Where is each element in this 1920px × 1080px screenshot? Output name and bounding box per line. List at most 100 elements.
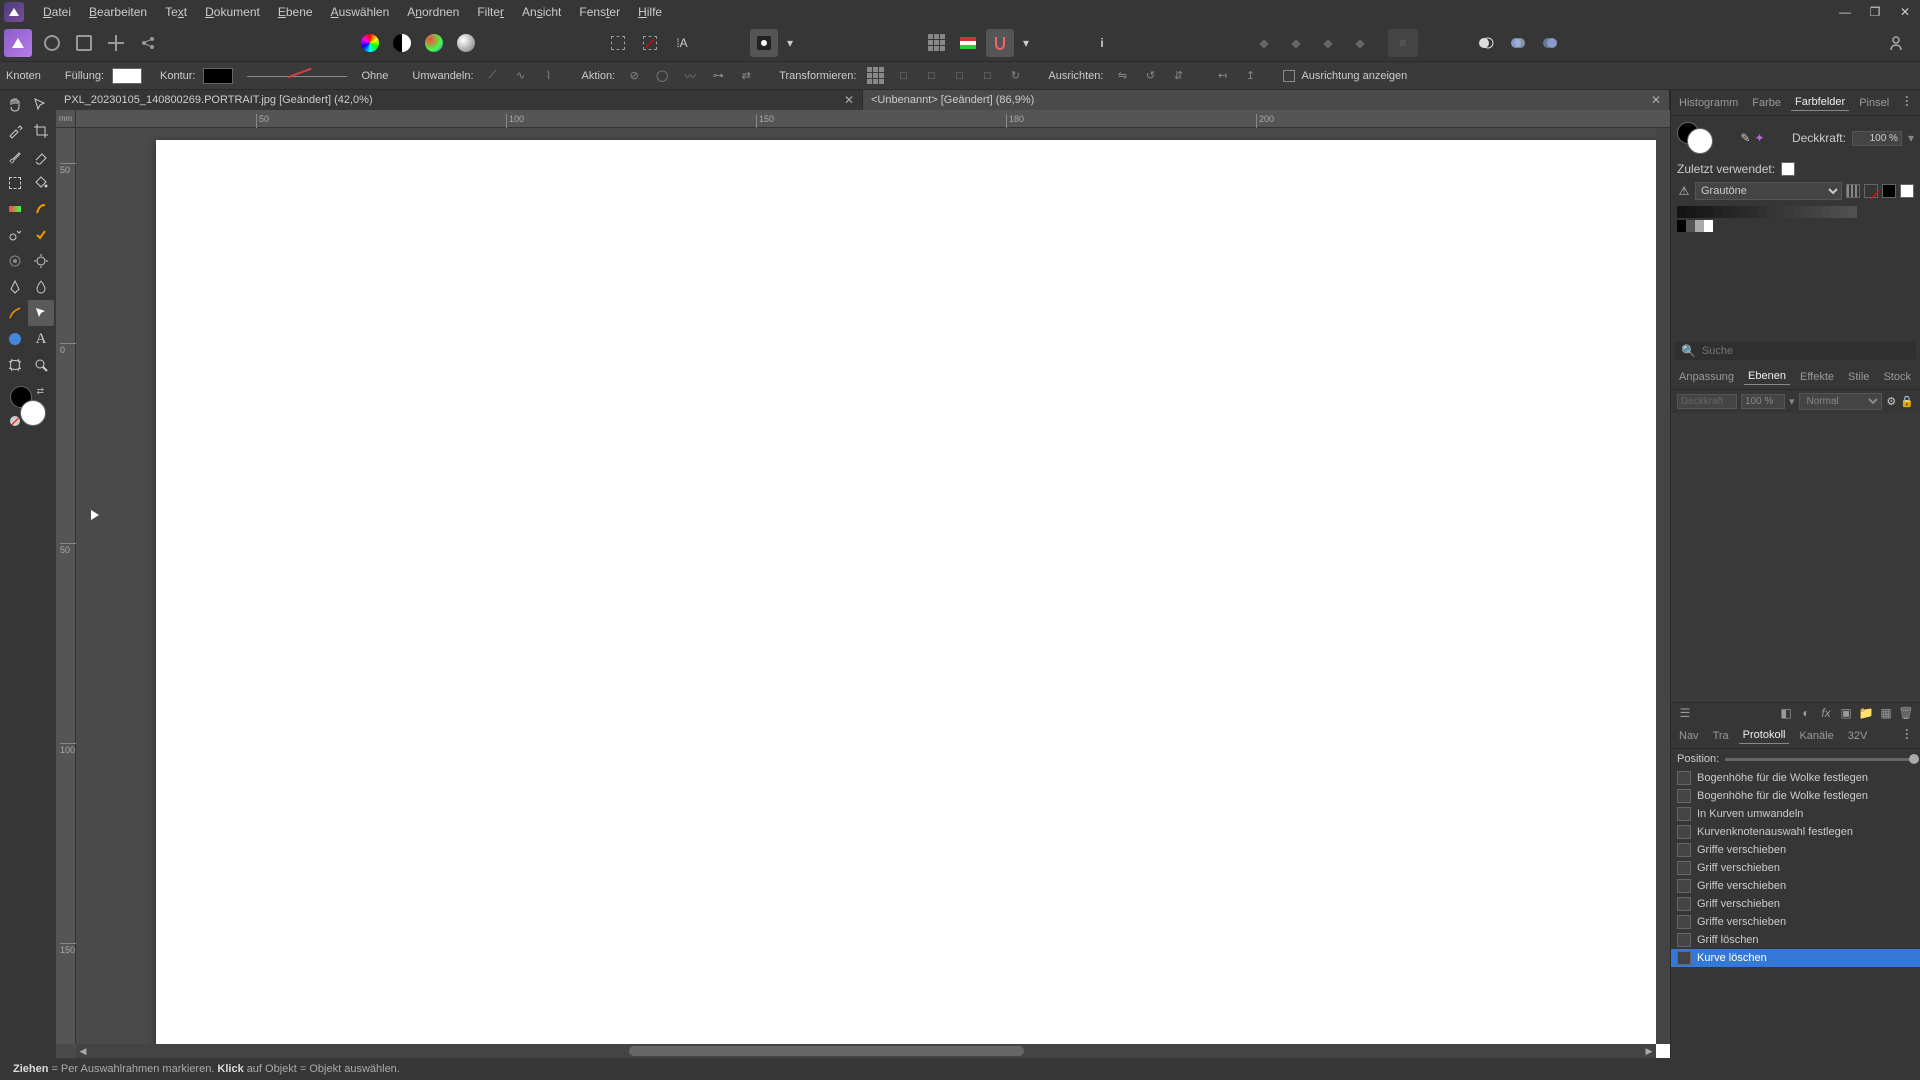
layers-tab-effekte[interactable]: Effekte: [1796, 369, 1838, 385]
palette-mode-white-icon[interactable]: [1900, 184, 1914, 198]
snap-button[interactable]: [986, 29, 1014, 57]
vector-brush-tool[interactable]: [2, 300, 28, 326]
menu-anordnen[interactable]: Anordnen: [398, 1, 468, 23]
position-slider[interactable]: [1725, 758, 1914, 761]
quick-mask-button[interactable]: [750, 29, 778, 57]
text-tool[interactable]: A: [28, 326, 54, 352]
history-item[interactable]: Bogenhöhe für die Wolke festlegen: [1671, 769, 1920, 787]
selection-slash-button[interactable]: [636, 29, 664, 57]
history-item[interactable]: Kurvenknotenauswahl festlegen: [1671, 823, 1920, 841]
layers-body[interactable]: [1671, 413, 1920, 702]
nav-tab-kanäle[interactable]: Kanäle: [1795, 728, 1837, 744]
align-node-h-button[interactable]: ↤: [1211, 66, 1233, 86]
nav-tab-32v[interactable]: 32V: [1844, 728, 1872, 744]
menu-text[interactable]: Text: [156, 1, 196, 23]
circle-overlap1-button[interactable]: [1472, 29, 1500, 57]
menu-ansicht[interactable]: Ansicht: [513, 1, 570, 23]
menu-auswählen[interactable]: Auswählen: [322, 1, 399, 23]
adjustment-layer-icon[interactable]: ◐: [1798, 705, 1814, 721]
doc-tab-1-close[interactable]: ✕: [844, 93, 854, 107]
scrollbar-v[interactable]: [1656, 128, 1670, 1044]
history-menu-icon[interactable]: ⠇: [1900, 725, 1916, 746]
palette-select[interactable]: Grautöne: [1695, 182, 1842, 200]
marquee-tool[interactable]: [2, 170, 28, 196]
menu-bearbeiten[interactable]: Bearbeiten: [80, 1, 156, 23]
trash-icon[interactable]: 🗑: [1898, 705, 1914, 721]
transform-grid-button[interactable]: [864, 66, 886, 86]
rgb-button[interactable]: [420, 29, 448, 57]
move-tool[interactable]: [28, 92, 54, 118]
circle-overlap2-button[interactable]: [1504, 29, 1532, 57]
blur-tool[interactable]: [2, 248, 28, 274]
menu-filter[interactable]: Filter: [468, 1, 513, 23]
folder-icon[interactable]: 📁: [1858, 705, 1874, 721]
layers-tab-ebenen[interactable]: Ebenen: [1744, 368, 1790, 385]
nav-tab-nav[interactable]: Nav: [1675, 728, 1703, 744]
history-item[interactable]: In Kurven umwandeln: [1671, 805, 1920, 823]
healing-tool[interactable]: [28, 222, 54, 248]
layers-tab-stock[interactable]: Stock: [1879, 369, 1915, 385]
gray-palette-row2[interactable]: [1677, 220, 1914, 232]
color-picker-tool[interactable]: [2, 118, 28, 144]
opacity-input[interactable]: [1852, 131, 1902, 146]
recent-swatch[interactable]: [1781, 162, 1795, 176]
fill-swatch[interactable]: [112, 68, 142, 84]
layers-tab-stile[interactable]: Stile: [1844, 369, 1873, 385]
text-selection-button[interactable]: ⁞A: [668, 29, 696, 57]
history-item[interactable]: Griff löschen: [1671, 931, 1920, 949]
mask-layer-icon[interactable]: ◧: [1778, 705, 1794, 721]
grayscale-button[interactable]: [388, 29, 416, 57]
menu-ebene[interactable]: Ebene: [269, 1, 322, 23]
smudge-tool[interactable]: [28, 196, 54, 222]
shape-tool[interactable]: [2, 326, 28, 352]
align-flip-v-button[interactable]: ⇵: [1167, 66, 1189, 86]
node-tool[interactable]: [28, 300, 54, 326]
action-break-button[interactable]: ⊘: [623, 66, 645, 86]
arrange-forward-button[interactable]: ◆: [1314, 29, 1342, 57]
doc-tab-2[interactable]: <Unbenannt> [Geändert] (86,9%)✕: [863, 90, 1670, 110]
history-item[interactable]: Bogenhöhe für die Wolke festlegen: [1671, 787, 1920, 805]
new-layer-icon[interactable]: ▦: [1878, 705, 1894, 721]
circle-overlap3-button[interactable]: [1536, 29, 1564, 57]
grid-view-button[interactable]: [922, 29, 950, 57]
info-button[interactable]: i: [1088, 29, 1116, 57]
transform-w-button[interactable]: □: [948, 66, 970, 86]
lock-icon[interactable]: 🔒: [1900, 395, 1914, 408]
panel-menu-icon[interactable]: ⠇: [1900, 92, 1916, 113]
menu-datei[interactable]: Datei: [34, 1, 80, 23]
clone-tool[interactable]: [2, 222, 28, 248]
layer-opacity-input[interactable]: [1741, 394, 1785, 409]
crop-tool[interactable]: [28, 118, 54, 144]
nav-tab-protokoll[interactable]: Protokoll: [1739, 727, 1790, 744]
gear-icon[interactable]: ⚙: [1886, 395, 1896, 408]
color-tab-pinsel[interactable]: Pinsel: [1855, 95, 1893, 111]
picker-icon[interactable]: ✎: [1740, 131, 1750, 145]
maximize-button[interactable]: ❐: [1860, 0, 1890, 24]
history-item[interactable]: Griffe verschieben: [1671, 913, 1920, 931]
arrange-back-button[interactable]: ◆: [1250, 29, 1278, 57]
minimize-button[interactable]: —: [1830, 0, 1860, 24]
action-reverse-button[interactable]: ⇄: [735, 66, 757, 86]
convert-smart-button[interactable]: ⌇: [538, 66, 560, 86]
close-window-button[interactable]: ✕: [1890, 0, 1920, 24]
export-persona-button[interactable]: [134, 29, 162, 57]
layers-tab-anpassung[interactable]: Anpassung: [1675, 369, 1738, 385]
color-tab-farbfelder[interactable]: Farbfelder: [1791, 94, 1849, 111]
brush-tool[interactable]: [2, 144, 28, 170]
arrange-front-button[interactable]: ◆: [1346, 29, 1374, 57]
color-tab-histogramm[interactable]: Histogramm: [1675, 95, 1742, 111]
menu-dokument[interactable]: Dokument: [196, 1, 269, 23]
eraser-tool[interactable]: [28, 144, 54, 170]
photo-persona-button[interactable]: [38, 29, 66, 57]
drop-tool[interactable]: [28, 274, 54, 300]
history-item[interactable]: Kurve löschen: [1671, 949, 1920, 967]
action-smooth-button[interactable]: 〰: [679, 66, 701, 86]
palette-mode-grid-icon[interactable]: [1846, 184, 1860, 198]
mesh-tool[interactable]: [2, 352, 28, 378]
stroke-preview[interactable]: [247, 68, 347, 84]
tone-persona-button[interactable]: [102, 29, 130, 57]
align-flip-h-button[interactable]: ⇋: [1111, 66, 1133, 86]
sphere-button[interactable]: [452, 29, 480, 57]
gray-palette-row1[interactable]: [1677, 206, 1914, 218]
account-button[interactable]: [1882, 29, 1910, 57]
